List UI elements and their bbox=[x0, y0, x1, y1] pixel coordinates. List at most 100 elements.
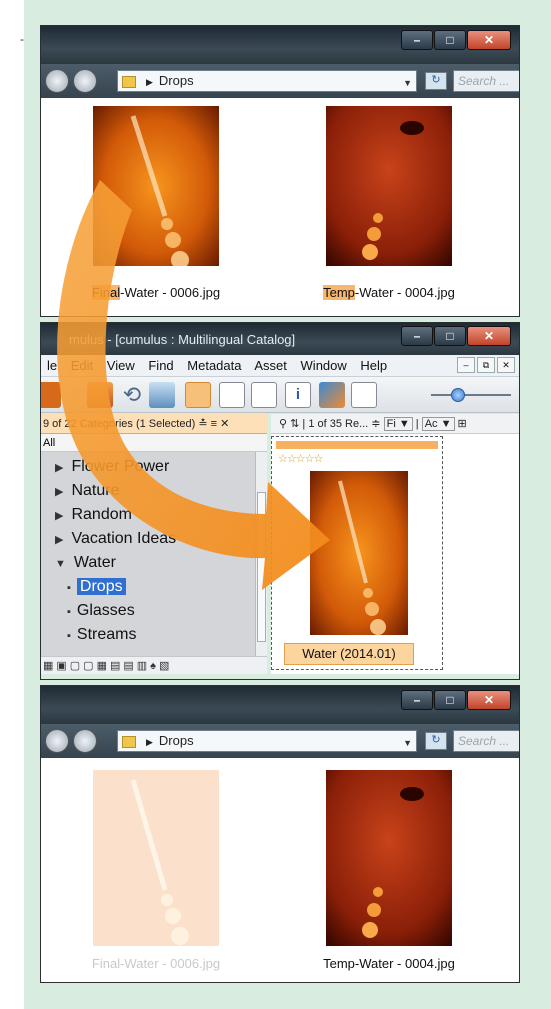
tree-item-streams[interactable]: ▪ Streams bbox=[67, 626, 136, 644]
list-view-icon[interactable] bbox=[219, 382, 245, 408]
menu-find[interactable]: Find bbox=[148, 358, 173, 373]
menu-file[interactable]: le bbox=[47, 358, 57, 373]
menu-edit[interactable]: Edit bbox=[71, 358, 93, 373]
top-explorer-window: – □ ✕ ▶ Drops ▼ ↻ Search ...⚲ bbox=[40, 25, 520, 317]
cumulus-body: 9 of 22 Categories (1 Selected) ≛ ≡ ✕ Al… bbox=[41, 414, 519, 679]
back-button[interactable] bbox=[45, 729, 69, 753]
tree-item-drops[interactable]: ▪ Drops bbox=[67, 578, 126, 596]
forward-button[interactable] bbox=[73, 729, 97, 753]
chevron-right-icon[interactable]: ▶ bbox=[55, 534, 63, 546]
folder-icon bbox=[122, 735, 136, 748]
refresh-button[interactable]: ↻ bbox=[425, 72, 447, 90]
file-view: Final-Water - 0006.jpg Temp-Water - 0004… bbox=[41, 758, 519, 982]
tree-item-nature[interactable]: ▶ Nature bbox=[55, 482, 120, 500]
mdi-minimize-button[interactable]: – bbox=[457, 357, 475, 373]
records-pane: ⚲ ⇅ | 1 of 35 Re... ≑ Fi ▼ | Ac ▼ ⊞ ☆☆☆☆… bbox=[271, 414, 519, 674]
address-row: ▶ Drops ▼ ↻ Search ...⚲ bbox=[41, 724, 519, 758]
search-placeholder: Search ... bbox=[458, 74, 510, 88]
zoom-slider-knob[interactable] bbox=[451, 388, 465, 402]
dropdown-icon[interactable]: ▼ bbox=[403, 733, 412, 753]
file-label-temp[interactable]: Temp-Water - 0004.jpg bbox=[289, 285, 489, 300]
bottom-explorer-window: – □ ✕ ▶Drops ▼ ↻ Search ...⚲ F bbox=[40, 685, 520, 983]
asset-caption: Water (2014.01) bbox=[284, 643, 414, 665]
trash-icon[interactable] bbox=[149, 382, 175, 408]
thumbnail-temp-water[interactable] bbox=[326, 106, 452, 266]
chevron-right-icon[interactable]: ▶ bbox=[55, 462, 63, 474]
address-path: Drops bbox=[158, 73, 194, 88]
file-label-final[interactable]: Final-Water - 0006.jpg bbox=[56, 285, 256, 300]
refresh-icon[interactable]: ⟲ bbox=[119, 382, 145, 408]
search-input[interactable]: Search ...⚲ bbox=[453, 70, 519, 92]
preview-icon[interactable] bbox=[319, 382, 345, 408]
window-titlebar: – □ ✕ bbox=[41, 26, 519, 64]
menu-asset[interactable]: Asset bbox=[254, 358, 287, 373]
address-row: ▶ Drops ▼ ↻ Search ...⚲ bbox=[41, 64, 519, 98]
window-titlebar: – □ ✕ bbox=[41, 686, 519, 724]
file-label-final-faded[interactable]: Final-Water - 0006.jpg bbox=[56, 956, 256, 971]
address-bar[interactable]: ▶ Drops ▼ bbox=[117, 70, 417, 92]
menu-metadata[interactable]: Metadata bbox=[187, 358, 241, 373]
tree-item-water[interactable]: ▼ Water bbox=[55, 554, 116, 572]
address-bar[interactable]: ▶ Drops ▼ bbox=[117, 730, 417, 752]
tree-item-vacation-ideas[interactable]: ▶ Vacation Ideas bbox=[55, 530, 176, 548]
cumulus-titlebar: mulus - [cumulus : Multilingual Catalog]… bbox=[41, 323, 519, 355]
asset-record-card[interactable]: ☆☆☆☆☆ Water (2014.01) bbox=[271, 436, 443, 670]
rating-stars[interactable]: ☆☆☆☆☆ bbox=[278, 452, 323, 465]
mdi-restore-button[interactable]: ⧉ bbox=[477, 357, 495, 373]
menu-help[interactable]: Help bbox=[360, 358, 387, 373]
minimize-button[interactable]: – bbox=[401, 30, 433, 50]
file-view: Final-Water - 0006.jpg Temp-Water - 0004… bbox=[41, 98, 519, 316]
cumulus-window: mulus - [cumulus : Multilingual Catalog]… bbox=[40, 322, 520, 680]
tree-item-random[interactable]: ▶ Random bbox=[55, 506, 132, 524]
dropdown-icon[interactable]: ▼ bbox=[403, 73, 412, 93]
maximize-button[interactable]: □ bbox=[434, 690, 466, 710]
menu-bar: le Edit View Find Metadata Asset Window … bbox=[41, 355, 519, 377]
maximize-button[interactable]: □ bbox=[434, 30, 466, 50]
records-header: ⚲ ⇅ | 1 of 35 Re... ≑ Fi ▼ | Ac ▼ ⊞ bbox=[271, 414, 519, 434]
window-title: mulus - [cumulus : Multilingual Catalog] bbox=[69, 332, 296, 347]
close-button[interactable]: ✕ bbox=[467, 326, 511, 346]
close-button[interactable]: ✕ bbox=[467, 30, 511, 50]
search-placeholder: Search ... bbox=[458, 734, 510, 748]
asset-thumbnail[interactable] bbox=[310, 471, 408, 635]
collection-icon[interactable] bbox=[87, 382, 113, 408]
chevron-down-icon[interactable]: ▼ bbox=[55, 558, 66, 570]
mdi-close-button[interactable]: ✕ bbox=[497, 357, 515, 373]
categories-header: 9 of 22 Categories (1 Selected) ≛ ≡ ✕ bbox=[41, 414, 267, 434]
table-view-icon[interactable] bbox=[351, 382, 377, 408]
tab-all[interactable]: All bbox=[41, 434, 267, 452]
details-view-icon[interactable] bbox=[251, 382, 277, 408]
tree-item-flower-power[interactable]: ▶ Flower Power bbox=[55, 458, 169, 476]
tree-scrollbar[interactable] bbox=[255, 452, 267, 656]
back-button[interactable] bbox=[45, 69, 69, 93]
tree-bottom-toolbar[interactable]: ▦▣▢▢▦▤▤▥♠▧ bbox=[41, 656, 267, 674]
zoom-slider-track[interactable] bbox=[431, 394, 511, 396]
close-button[interactable]: ✕ bbox=[467, 690, 511, 710]
chevron-right-icon[interactable]: ▶ bbox=[55, 510, 63, 522]
thumbnail-view-icon[interactable] bbox=[185, 382, 211, 408]
file-label-temp[interactable]: Temp-Water - 0004.jpg bbox=[289, 956, 489, 971]
main-toolbar: ⟲ i bbox=[41, 377, 519, 413]
catalog-icon[interactable] bbox=[41, 382, 61, 408]
refresh-button[interactable]: ↻ bbox=[425, 732, 447, 750]
category-tree: ▶ Flower Power ▶ Nature ▶ Random ▶ Vacation … bbox=[41, 452, 255, 656]
minimize-button[interactable]: – bbox=[401, 326, 433, 346]
menu-view[interactable]: View bbox=[107, 358, 135, 373]
chevron-right-icon[interactable]: ▶ bbox=[55, 486, 63, 498]
folder-icon bbox=[122, 75, 136, 88]
scrollbar-thumb[interactable] bbox=[257, 492, 266, 642]
sort-order-select[interactable]: Ac ▼ bbox=[421, 417, 455, 431]
sort-field-select[interactable]: Fi ▼ bbox=[383, 417, 413, 431]
thumbnail-final-water[interactable] bbox=[93, 106, 219, 266]
minimize-button[interactable]: – bbox=[401, 690, 433, 710]
menu-window[interactable]: Window bbox=[301, 358, 347, 373]
info-icon[interactable]: i bbox=[285, 382, 311, 408]
tree-item-glasses[interactable]: ▪ Glasses bbox=[67, 602, 135, 620]
label-color-bar bbox=[276, 441, 438, 449]
thumbnail-final-water-faded[interactable] bbox=[93, 770, 219, 946]
forward-button[interactable] bbox=[73, 69, 97, 93]
chevron-right-icon: ▶ bbox=[146, 76, 153, 87]
search-input[interactable]: Search ...⚲ bbox=[453, 730, 519, 752]
thumbnail-temp-water[interactable] bbox=[326, 770, 452, 946]
maximize-button[interactable]: □ bbox=[434, 326, 466, 346]
